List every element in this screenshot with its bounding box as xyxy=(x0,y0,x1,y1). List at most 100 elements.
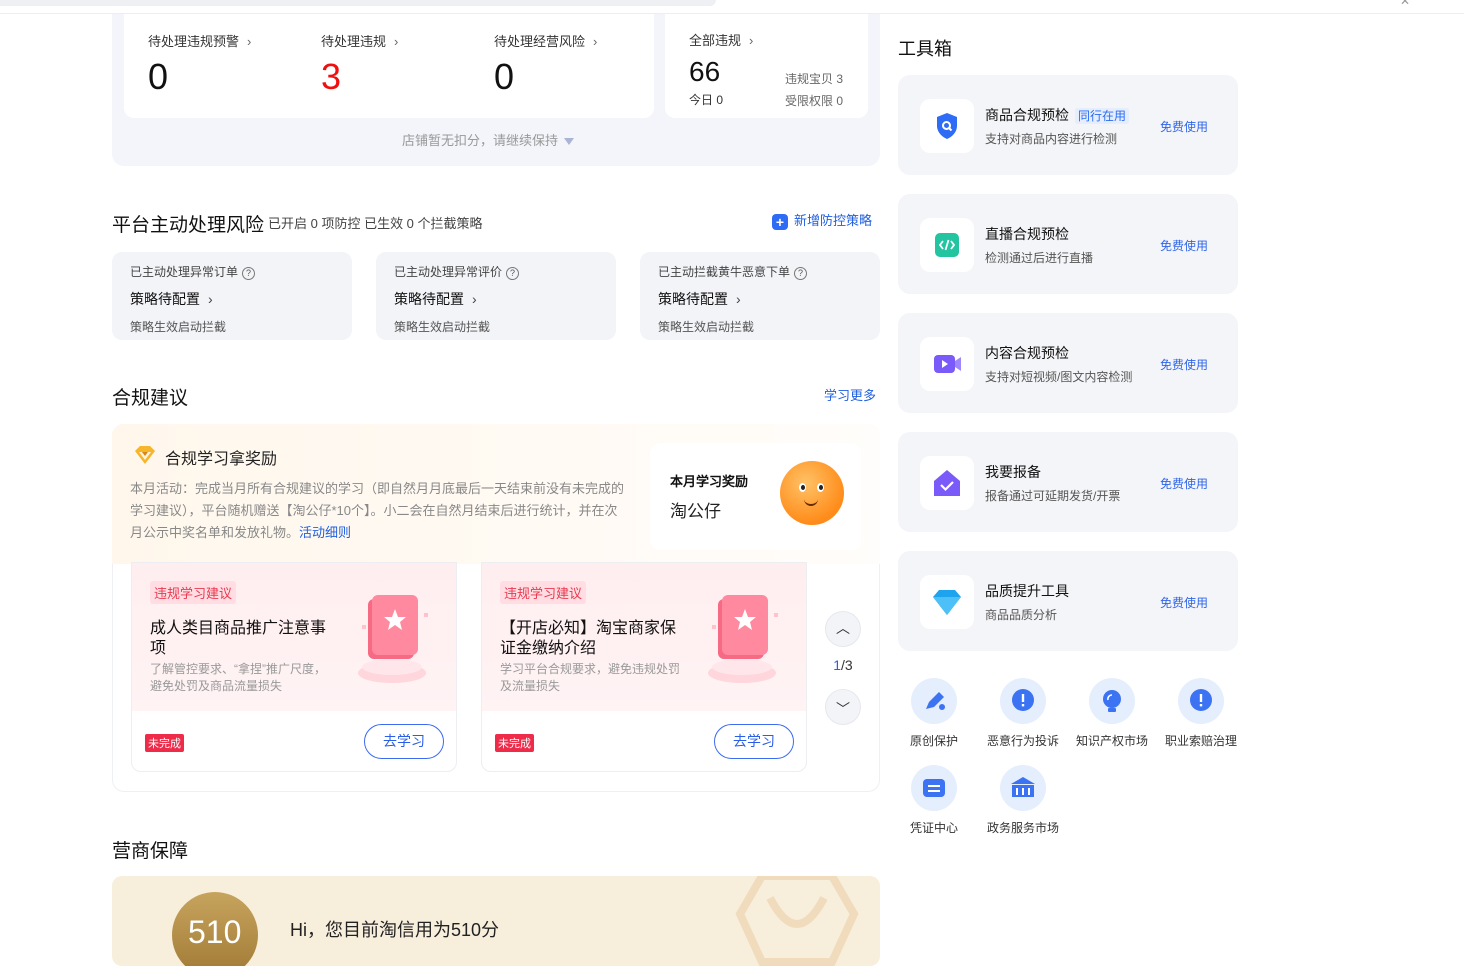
all-violation-link[interactable]: 全部违规 › xyxy=(689,30,753,49)
tool-name: 品质提升工具 xyxy=(985,583,1069,599)
toolbox-title: 工具箱 xyxy=(898,39,952,59)
pager-current: 1 xyxy=(833,657,842,673)
free-use-link[interactable]: 免费使用 xyxy=(1160,237,1208,254)
chevron-right-icon: › xyxy=(736,291,741,307)
chevron-right-icon: › xyxy=(472,291,477,307)
tool-desc: 商品品质分析 xyxy=(985,608,1058,622)
close-icon[interactable]: ✕ xyxy=(1400,0,1410,8)
bulb-icon xyxy=(1089,678,1135,724)
risk-card-reviews[interactable]: 已主动处理异常评价? 策略待配置 › 策略生效启动拦截 xyxy=(376,252,616,340)
help-icon[interactable]: ? xyxy=(794,267,808,280)
learning-card[interactable]: 违规学习建议 成人类目商品推广注意事项 了解管控要求、“拿捏”推广尺度，避免处罚… xyxy=(131,562,457,772)
pending-stats-card xyxy=(124,14,654,118)
mascot-eye xyxy=(799,483,806,492)
risk-card-note: 策略生效启动拦截 xyxy=(130,320,227,334)
credit-text: Hi，您目前淘信用为510分 xyxy=(290,920,500,940)
ticket-icon xyxy=(911,765,957,811)
risk-card-status: 策略待配置 xyxy=(658,291,728,307)
pending-warning-label: 待处理违规预警 xyxy=(148,34,240,49)
tool-live-precheck[interactable]: 直播合规预检 检测通过后进行直播 免费使用 xyxy=(898,194,1238,294)
risk-card-title: 已主动拦截黄牛恶意下单 xyxy=(658,265,791,279)
quick-claim-governance[interactable]: 职业索赔治理 xyxy=(1156,678,1246,749)
chevron-up-icon: ︿ xyxy=(836,620,850,636)
risk-card-status: 策略待配置 xyxy=(394,291,464,307)
quick-ip-market[interactable]: 知识产权市场 xyxy=(1067,678,1157,749)
tool-desc: 报备通过可延期发货/开票 xyxy=(985,489,1121,503)
risk-card-title: 已主动处理异常评价 xyxy=(394,265,503,279)
quick-gov-service[interactable]: 政务服务市场 xyxy=(978,765,1068,836)
pager: 1/3 xyxy=(824,657,862,673)
today-count: 今日 0 xyxy=(689,93,724,107)
help-icon[interactable]: ? xyxy=(506,267,520,280)
learning-title: 【开店必知】淘宝商家保证金缴纳介绍 xyxy=(500,620,677,657)
go-learn-button[interactable]: 去学习 xyxy=(364,724,444,759)
violation-items-count: 违规宝贝 3 xyxy=(785,72,844,86)
risk-card-title: 已主动处理异常订单 xyxy=(130,265,239,279)
all-violation-value: 66 xyxy=(689,56,721,87)
add-strategy-label: 新增防控策略 xyxy=(794,213,873,228)
all-violation-label: 全部违规 xyxy=(689,33,742,48)
pending-violation-link[interactable]: 待处理违规 › xyxy=(321,31,398,50)
free-use-link[interactable]: 免费使用 xyxy=(1160,594,1208,611)
quick-label: 政务服务市场 xyxy=(986,821,1059,835)
book-icon xyxy=(708,595,778,683)
chevron-right-icon: › xyxy=(247,34,252,49)
help-icon[interactable]: ? xyxy=(242,267,256,280)
tool-name: 直播合规预检 xyxy=(985,226,1069,242)
mascot-eye xyxy=(817,483,824,492)
learn-more-link[interactable]: 学习更多 xyxy=(824,385,876,404)
platform-risk-summary: 已开启 0 项防控 已生效 0 个拦截策略 xyxy=(268,216,483,231)
reward-description: 本月活动：完成当月所有合规建议的学习（即自然月月底最后一天结束前没有未完成的学习… xyxy=(130,478,630,544)
tool-name: 内容合规预检 xyxy=(985,345,1069,361)
pager-total: /3 xyxy=(841,657,853,673)
tool-content-precheck[interactable]: 内容合规预检 支持对短视频/图文内容检测 免费使用 xyxy=(898,313,1238,413)
pending-warning-link[interactable]: 待处理违规预警 › xyxy=(148,31,251,50)
deduction-note[interactable]: 店铺暂无扣分，请继续保持 xyxy=(402,130,575,149)
free-use-link[interactable]: 免费使用 xyxy=(1160,475,1208,492)
go-learn-button[interactable]: 去学习 xyxy=(714,724,794,759)
quick-malicious-complaint[interactable]: 恶意行为投诉 xyxy=(978,678,1068,749)
pending-violation-value: 3 xyxy=(321,56,342,97)
learning-tag: 违规学习建议 xyxy=(500,581,587,604)
platform-risk-title: 平台主动处理风险 xyxy=(112,215,265,236)
learning-title: 成人类目商品推广注意事项 xyxy=(150,620,327,657)
diamond-icon xyxy=(135,446,155,464)
quick-label: 恶意行为投诉 xyxy=(986,734,1059,748)
quick-label: 职业索赔治理 xyxy=(1164,734,1237,748)
quick-original-protection[interactable]: 原创保护 xyxy=(889,678,979,749)
tool-quality[interactable]: 品质提升工具 商品品质分析 免费使用 xyxy=(898,551,1238,651)
search-bar-remnant xyxy=(0,0,716,6)
risk-card-orders[interactable]: 已主动处理异常订单? 策略待配置 › 策略生效启动拦截 xyxy=(112,252,352,340)
peer-usage-tag: 同行在用 xyxy=(1075,108,1130,124)
learning-card[interactable]: 违规学习建议 【开店必知】淘宝商家保证金缴纳介绍 学习平台合规要求，避免违规处罚… xyxy=(481,562,807,772)
pending-risk-value: 0 xyxy=(494,56,515,97)
tool-report[interactable]: 我要报备 报备通过可延期发货/开票 免费使用 xyxy=(898,432,1238,532)
pen-icon xyxy=(911,678,957,724)
shield-search-icon xyxy=(920,99,974,153)
free-use-link[interactable]: 免费使用 xyxy=(1160,118,1208,135)
tool-product-precheck[interactable]: 商品合规预检 同行在用 支持对商品内容进行检测 免费使用 xyxy=(898,75,1238,175)
prev-page-button[interactable]: ︿ xyxy=(825,611,861,647)
pending-risk-link[interactable]: 待处理经营风险 › xyxy=(494,31,597,50)
incomplete-badge: 未完成 xyxy=(495,734,534,752)
activity-rules-link[interactable]: 活动细则 xyxy=(299,525,351,540)
code-icon xyxy=(920,218,974,272)
chevron-right-icon: › xyxy=(208,291,213,307)
plus-icon: + xyxy=(772,214,788,230)
tool-name: 商品合规预检 xyxy=(985,107,1069,123)
chevron-right-icon: › xyxy=(749,33,754,48)
tool-desc: 支持对短视频/图文内容检测 xyxy=(985,370,1133,384)
add-strategy-link[interactable]: + 新增防控策略 xyxy=(772,210,872,230)
pending-violation-label: 待处理违规 xyxy=(321,34,387,49)
reward-title: 合规学习拿奖励 xyxy=(165,451,278,468)
reward-description-text: 本月活动：完成当月所有合规建议的学习（即自然月月底最后一天结束前没有未完成的学习… xyxy=(130,481,625,540)
quick-voucher-center[interactable]: 凭证中心 xyxy=(889,765,979,836)
next-page-button[interactable]: ﹀ xyxy=(825,689,861,725)
compliance-title: 合规建议 xyxy=(112,388,189,409)
monthly-reward-title: 本月学习奖励 xyxy=(670,474,749,489)
free-use-link[interactable]: 免费使用 xyxy=(1160,356,1208,373)
risk-card-scalpers[interactable]: 已主动拦截黄牛恶意下单? 策略待配置 › 策略生效启动拦截 xyxy=(640,252,880,340)
chevron-right-icon: › xyxy=(593,34,598,49)
credit-banner: 510 Hi，您目前淘信用为510分 xyxy=(112,876,880,966)
house-check-icon xyxy=(920,456,974,510)
